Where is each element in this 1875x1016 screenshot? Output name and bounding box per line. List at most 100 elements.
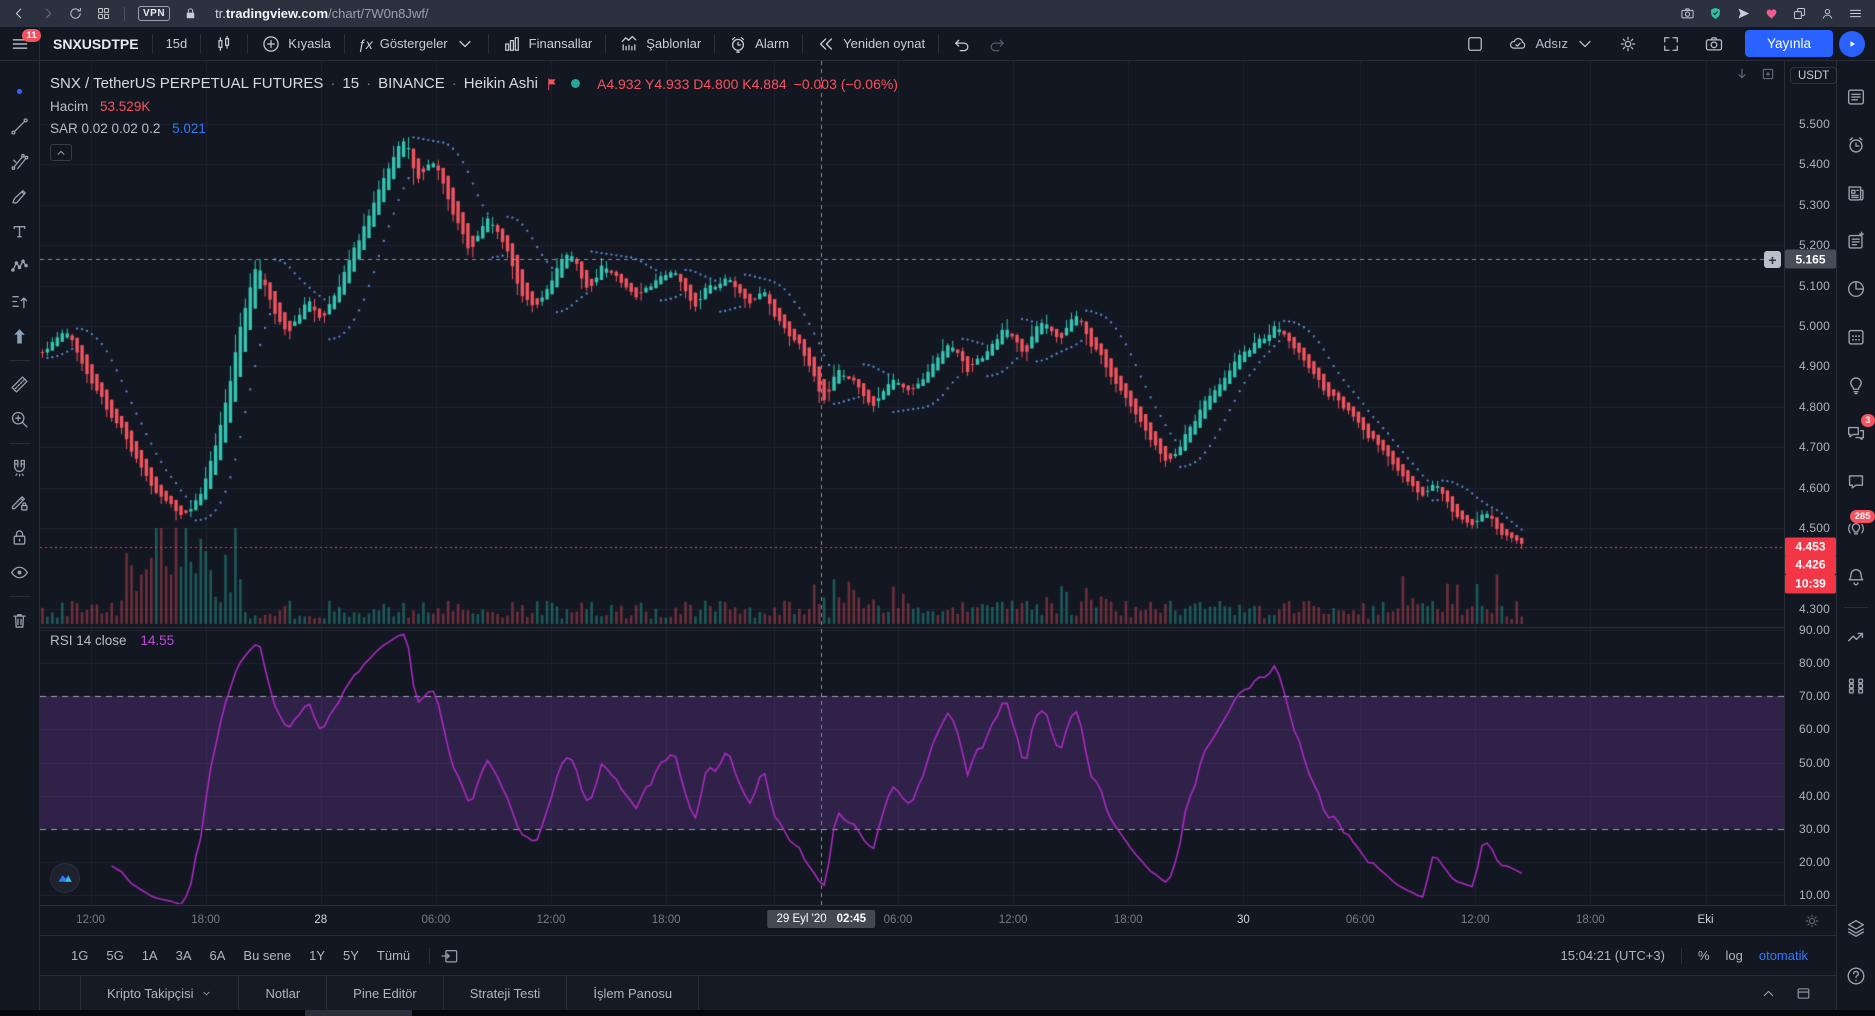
streams-button[interactable]: 285 — [1839, 505, 1873, 553]
magnet-tool-button[interactable] — [3, 450, 37, 485]
notes-button[interactable] — [1839, 217, 1873, 265]
tab-i̇şlem-panosu[interactable]: İşlem Panosu — [567, 976, 699, 1010]
profile-icon[interactable] — [1820, 6, 1835, 21]
browser-menu-icon[interactable] — [1848, 6, 1863, 21]
price-chart-canvas[interactable] — [40, 61, 1784, 905]
move-pane-down-icon[interactable] — [1734, 66, 1750, 82]
fullscreen-button[interactable] — [1650, 27, 1692, 60]
redo-button[interactable] — [985, 27, 1020, 60]
news-button[interactable] — [1839, 169, 1873, 217]
collapse-panel-icon[interactable] — [1760, 985, 1777, 1002]
trash-tool-button[interactable] — [3, 603, 37, 638]
main-menu-button[interactable]: 11 — [0, 27, 40, 60]
rsi-legend-row[interactable]: RSI 14 close 14.55 — [50, 633, 174, 648]
back-icon[interactable] — [12, 6, 27, 21]
brush-tool-button[interactable] — [3, 179, 37, 214]
theme-sun-icon[interactable] — [1804, 913, 1820, 929]
alert-button[interactable]: Alarm — [715, 27, 802, 60]
indicators-button[interactable]: ƒx Göstergeler — [345, 27, 488, 60]
templates-button[interactable]: Şablonlar — [606, 27, 714, 60]
shield-check-icon[interactable] — [1708, 6, 1723, 21]
volume-legend-row[interactable]: Hacim 53.529K — [50, 99, 898, 114]
market-status-dot[interactable] — [571, 79, 580, 88]
screenshot-camera-icon[interactable] — [1680, 6, 1695, 21]
compare-button[interactable]: Kıyasla — [248, 27, 344, 60]
private-chat-button[interactable] — [1839, 457, 1873, 505]
object-tree-button[interactable] — [1839, 662, 1873, 710]
range-5Y[interactable]: 5Y — [334, 944, 368, 967]
financials-button[interactable]: Finansallar — [489, 27, 606, 60]
trend-line-tool-button[interactable] — [3, 109, 37, 144]
time-axis[interactable]: 12:0018:002806:0012:0018:0006:0012:0018:… — [40, 905, 1836, 935]
percent-scale-button[interactable]: % — [1698, 948, 1710, 963]
range-1A[interactable]: 1A — [133, 944, 167, 967]
currency-badge[interactable]: USDT — [1790, 67, 1837, 84]
legend-collapse-button[interactable] — [50, 144, 72, 161]
forecast-tool-button[interactable] — [3, 284, 37, 319]
public-chat-button[interactable]: 3 — [1839, 409, 1873, 457]
reload-icon[interactable] — [68, 6, 83, 21]
eye-tool-button[interactable] — [3, 555, 37, 590]
add-alert-plus-button[interactable]: + — [1764, 251, 1781, 268]
chart-pane[interactable]: SNX / TetherUS PERPETUAL FUTURES · 15 · … — [40, 61, 1784, 905]
price-axis[interactable]: USDT 5.5005.4005.3005.2005.1005.0004.900… — [1784, 61, 1836, 905]
sar-legend-row[interactable]: SAR 0.02 0.02 0.2 5.021 — [50, 121, 898, 136]
lock-tool-button[interactable] — [3, 520, 37, 555]
arrow-tool-tool-button[interactable] — [3, 319, 37, 354]
range-1G[interactable]: 1G — [62, 944, 97, 967]
chart-style-button[interactable] — [201, 27, 247, 60]
range-1Y[interactable]: 1Y — [300, 944, 334, 967]
chart-settings-button[interactable] — [1607, 27, 1649, 60]
publish-button[interactable]: Yayınla — [1745, 30, 1833, 57]
range-Bu-sene[interactable]: Bu sene — [234, 944, 300, 967]
help-button[interactable] — [1839, 952, 1873, 1000]
layers-button[interactable] — [1839, 904, 1873, 952]
cursor-dot-tool-button[interactable] — [3, 74, 37, 109]
symbol-legend-row[interactable]: SNX / TetherUS PERPETUAL FUTURES · 15 · … — [50, 75, 898, 92]
range-Tümü[interactable]: Tümü — [368, 944, 419, 967]
range-3A[interactable]: 3A — [167, 944, 201, 967]
forward-icon[interactable] — [40, 6, 55, 21]
watchlist-button[interactable] — [1839, 73, 1873, 121]
calendar-button[interactable] — [1839, 313, 1873, 361]
send-icon[interactable] — [1736, 6, 1751, 21]
alarm-clock-button[interactable] — [1839, 121, 1873, 169]
text-tool-tool-button[interactable] — [3, 214, 37, 249]
replay-button[interactable]: Yeniden oynat — [803, 27, 938, 60]
drawing-lock-tool-button[interactable] — [3, 485, 37, 520]
url-bar[interactable]: tr.tradingview.com/chart/7W0n8Jwf/ — [215, 6, 428, 21]
snapshot-button[interactable] — [1693, 27, 1735, 60]
ruler-tool-button[interactable] — [3, 367, 37, 402]
range-6A[interactable]: 6A — [201, 944, 235, 967]
pie-button[interactable] — [1839, 265, 1873, 313]
tab-pine-editör[interactable]: Pine Editör — [327, 976, 444, 1010]
pitchfork-tool-button[interactable] — [3, 144, 37, 179]
symbol-button[interactable]: SNXUSDTPE — [40, 27, 152, 60]
go-to-date-icon[interactable] — [440, 946, 460, 966]
log-scale-button[interactable]: log — [1726, 948, 1743, 963]
publish-idea-button[interactable] — [1839, 31, 1865, 57]
zoom-in-tool-button[interactable] — [3, 402, 37, 437]
layout-select-button[interactable] — [1454, 27, 1496, 60]
apps-grid-icon[interactable] — [96, 6, 111, 21]
tab-kripto-takipçisi[interactable]: Kripto Takipçisi — [80, 976, 239, 1010]
clock[interactable]: 15:04:21 (UTC+3) — [1561, 948, 1665, 963]
notifications-bell-button[interactable] — [1839, 553, 1873, 601]
range-5G[interactable]: 5G — [97, 944, 132, 967]
cloud-save-button[interactable]: Adsız — [1497, 27, 1606, 60]
interval-button[interactable]: 15d — [153, 27, 201, 60]
heart-icon[interactable] — [1764, 6, 1779, 21]
maximize-pane-icon[interactable] — [1760, 66, 1776, 82]
flag-icon[interactable] — [545, 76, 560, 91]
idea-button[interactable] — [1839, 361, 1873, 409]
tab-strateji-testi[interactable]: Strateji Testi — [444, 976, 568, 1010]
tradingview-logo[interactable] — [50, 863, 80, 893]
vpn-badge[interactable]: VPN — [138, 6, 170, 21]
tab-notlar[interactable]: Notlar — [239, 976, 327, 1010]
data-window-button[interactable] — [1839, 614, 1873, 662]
pattern-tool-button[interactable] — [3, 249, 37, 284]
undo-button[interactable] — [939, 27, 985, 60]
extensions-icon[interactable] — [1792, 6, 1807, 21]
auto-scale-button[interactable]: otomatik — [1759, 948, 1808, 963]
panel-window-icon[interactable] — [1795, 985, 1812, 1002]
